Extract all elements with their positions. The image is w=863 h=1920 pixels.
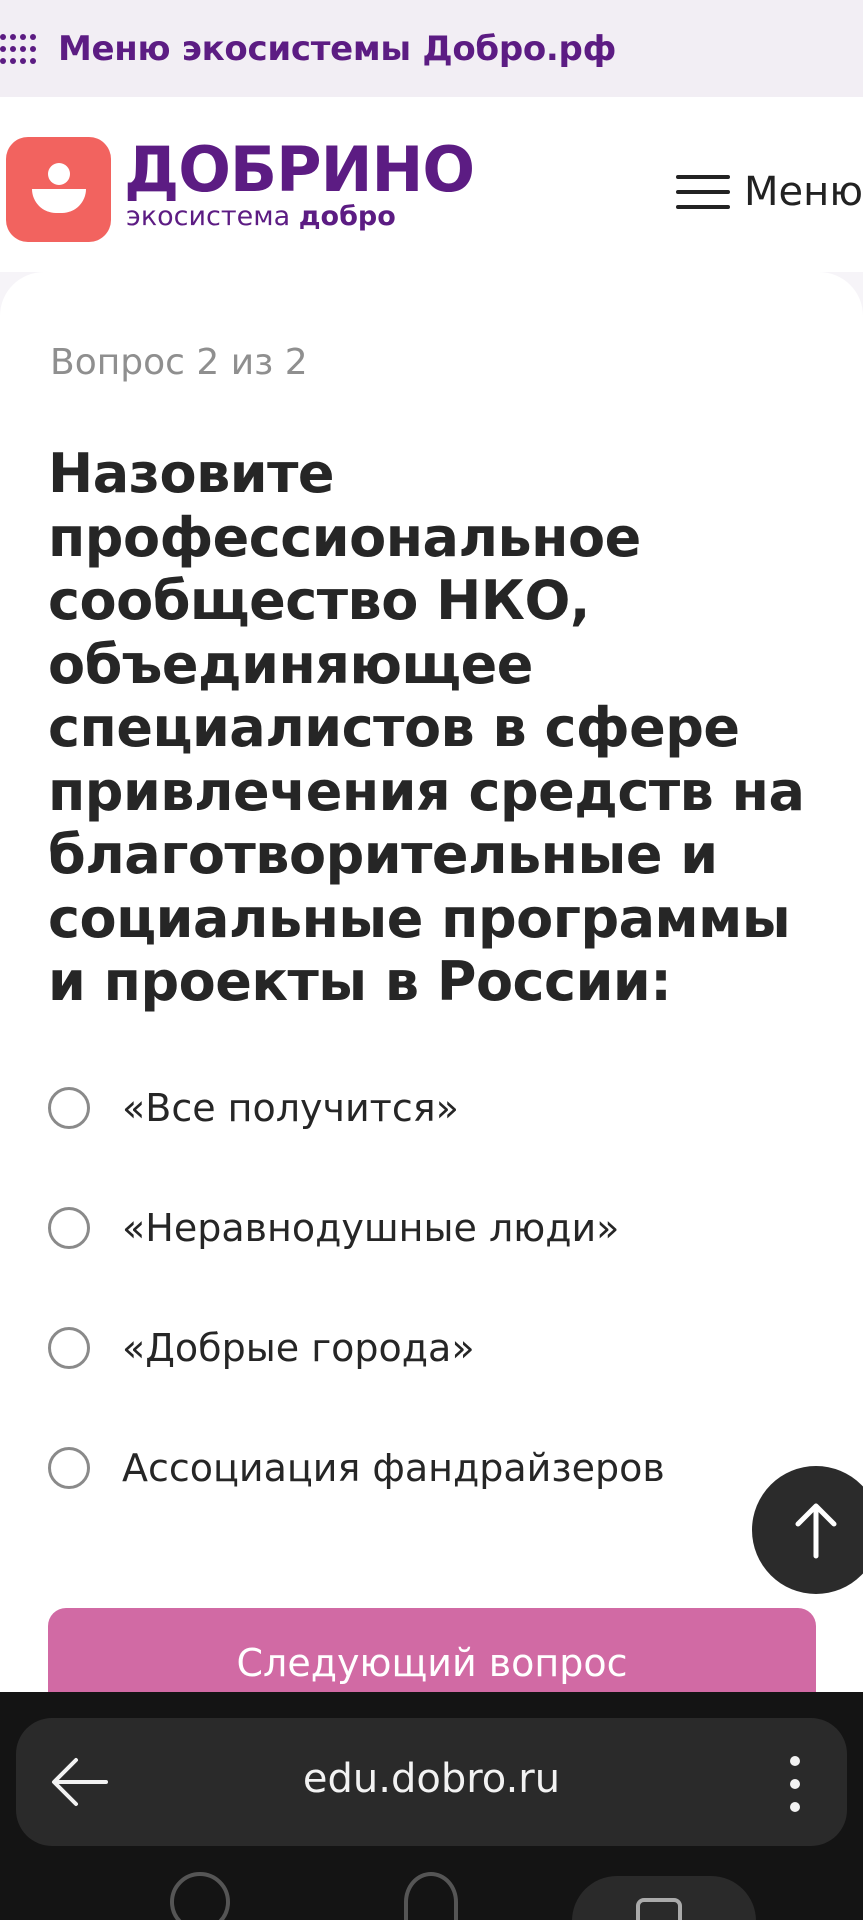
hamburger-icon: [676, 175, 731, 209]
answer-option-label: «Все получится»: [122, 1086, 459, 1130]
radio-button[interactable]: [48, 1087, 90, 1129]
ecosystem-menu-title[interactable]: Меню экосистемы Добро.рф: [58, 29, 616, 69]
answer-option-label: «Неравнодушные люди»: [122, 1206, 620, 1250]
menu-button[interactable]: Меню: [676, 167, 863, 217]
ecosystem-menu-bar[interactable]: Меню экосистемы Добро.рф: [0, 0, 863, 97]
tabs-icon: [636, 1898, 682, 1920]
browser-nav-icon[interactable]: [170, 1872, 230, 1920]
radio-button[interactable]: [48, 1327, 90, 1369]
browser-home-icon[interactable]: [404, 1872, 458, 1920]
radio-button[interactable]: [48, 1447, 90, 1489]
logo-sub-prefix: экосистема: [126, 201, 299, 232]
menu-label: Меню: [744, 169, 863, 215]
logo-sub-brand: добро: [298, 201, 396, 232]
kebab-menu-icon[interactable]: [789, 1756, 801, 1812]
question-counter: Вопрос 2 из 2: [50, 342, 308, 383]
radio-button[interactable]: [48, 1207, 90, 1249]
address-bar[interactable]: edu.dobro.ru: [16, 1718, 847, 1846]
grid-dots-icon: [0, 33, 36, 64]
browser-toolbar: edu.dobro.ru: [0, 1692, 863, 1920]
logo-subtitle: экосистема добро: [126, 201, 396, 233]
question-text: Назовите профессиональное сообщество НКО…: [48, 442, 805, 1013]
answer-option[interactable]: «Все получится»: [48, 1078, 459, 1138]
answer-option-label: Ассоциация фандрайзеров: [122, 1446, 665, 1490]
quiz-card: Вопрос 2 из 2 Назовите профессиональное …: [0, 272, 863, 1718]
url-text[interactable]: edu.dobro.ru: [16, 1756, 847, 1802]
arrow-up-icon: [795, 1503, 837, 1559]
answer-option[interactable]: Ассоциация фандрайзеров: [48, 1438, 665, 1498]
logo-name[interactable]: ДОБРИНО: [124, 135, 475, 205]
answer-option[interactable]: «Добрые города»: [48, 1318, 475, 1378]
dobrino-logo-icon[interactable]: [6, 137, 111, 242]
answer-option[interactable]: «Неравнодушные люди»: [48, 1198, 619, 1258]
answer-option-label: «Добрые города»: [122, 1326, 475, 1370]
screen: Меню экосистемы Добро.рф ДОБРИНО экосист…: [0, 0, 863, 1920]
site-header: ДОБРИНО экосистема добро Меню: [0, 97, 863, 272]
